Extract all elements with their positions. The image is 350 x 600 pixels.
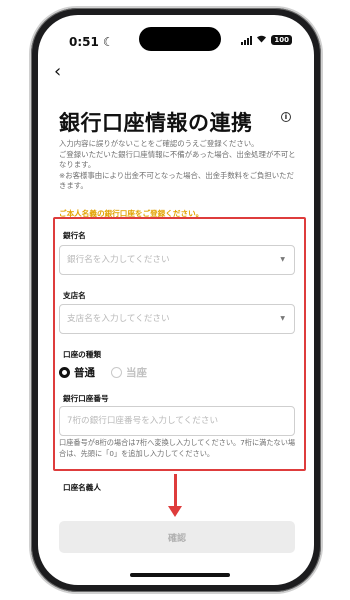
status-time: 0:51 ☾ <box>69 35 114 49</box>
info-icon[interactable]: i <box>281 112 291 122</box>
back-icon[interactable]: ‹ <box>54 63 61 81</box>
chevron-down-icon: ▼ <box>280 256 285 263</box>
screen: 0:51 ☾ 100 ‹ 銀行口座情報の連携 i 入力内容に誤りがないことをご確… <box>38 15 314 585</box>
account-type-radio-group: 普通 当座 <box>59 365 163 380</box>
radio-label: 普通 <box>74 367 95 379</box>
note-line: ※お客様事由により出金不可となった場合、出金手数料をご負担いただきます。 <box>59 170 294 191</box>
account-type-label: 口座の種類 <box>63 350 101 359</box>
notes: 入力内容に誤りがないことをご確認のうえご登録ください。 ご登録いただいた銀行口座… <box>59 139 299 192</box>
dynamic-island <box>139 27 221 51</box>
note-line: 入力内容に誤りがないことをご確認のうえご登録ください。 <box>59 139 259 148</box>
phone-frame: 0:51 ☾ 100 ‹ 銀行口座情報の連携 i 入力内容に誤りがないことをご確… <box>31 8 321 592</box>
home-indicator <box>130 573 230 577</box>
account-holder-label: 口座名義人 <box>63 483 101 492</box>
branch-select[interactable]: 支店名を入力してください ▼ <box>59 304 295 334</box>
radio-label: 当座 <box>126 367 147 379</box>
radio-option-futsu[interactable]: 普通 <box>59 365 95 380</box>
moon-icon: ☾ <box>103 35 114 49</box>
account-number-helper: 口座番号が8桁の場合は7桁へ変換し入力してください。7桁に満たない場合は、先頭に… <box>59 438 296 458</box>
bank-placeholder: 銀行名を入力してください <box>67 255 170 265</box>
wifi-icon <box>256 34 267 46</box>
battery-icon: 100 <box>271 35 292 45</box>
chevron-down-icon: ▼ <box>280 315 285 322</box>
bank-label: 銀行名 <box>63 231 86 240</box>
confirm-button[interactable]: 確認 <box>59 521 295 553</box>
radio-option-toza[interactable]: 当座 <box>111 365 147 380</box>
bank-select[interactable]: 銀行名を入力してください ▼ <box>59 245 295 275</box>
account-number-input[interactable] <box>59 406 295 436</box>
account-number-label: 銀行口座番号 <box>63 394 109 403</box>
branch-placeholder: 支店名を入力してください <box>67 314 170 324</box>
status-icons: 100 <box>241 34 292 46</box>
arrow-line <box>174 474 177 508</box>
branch-label: 支店名 <box>63 291 86 300</box>
page-title: 銀行口座情報の連携 <box>59 111 253 135</box>
note-line: ご登録いただいた銀行口座情報に不備があった場合、出金処理が不可となります。 <box>59 149 296 170</box>
radio-selected-icon <box>59 367 70 378</box>
arrow-down-icon <box>168 506 182 517</box>
radio-unselected-icon <box>111 367 122 378</box>
signal-icon <box>241 35 253 45</box>
